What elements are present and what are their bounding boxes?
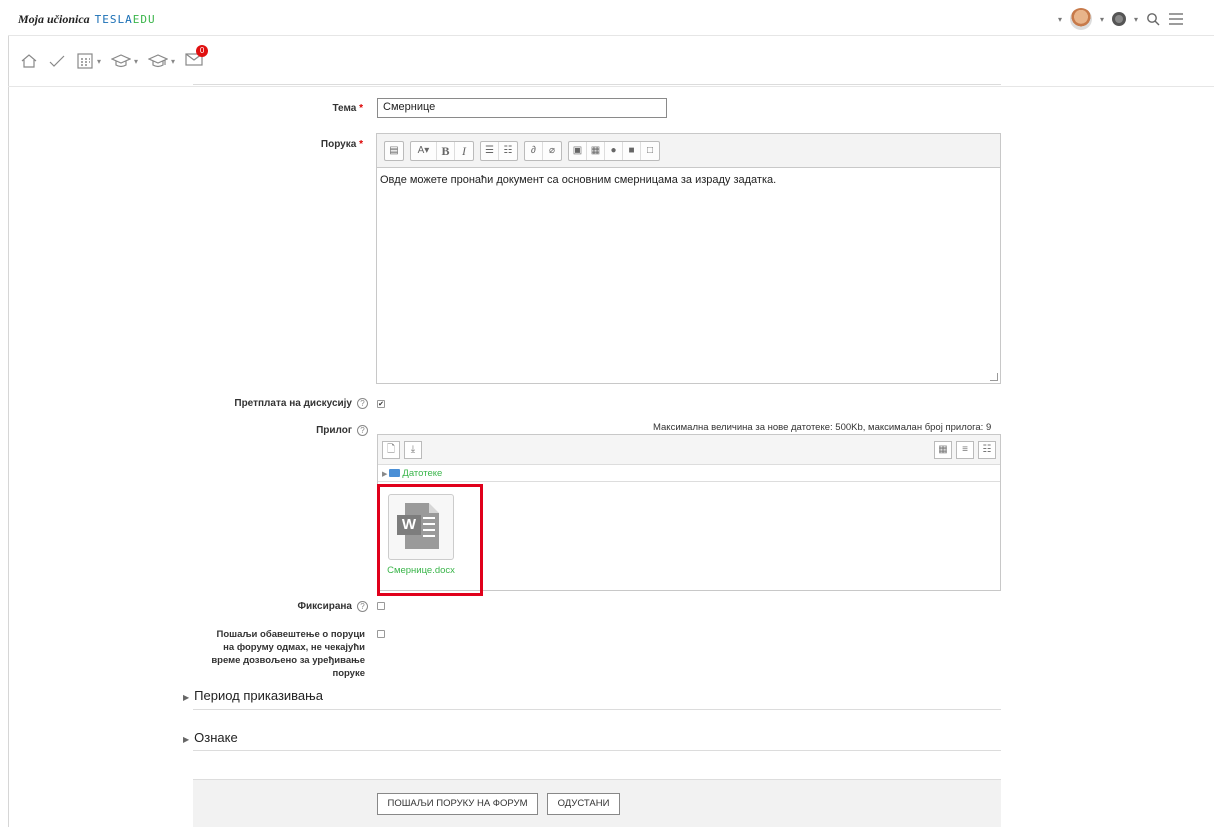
unlink-icon[interactable]: ⌀ <box>543 142 561 160</box>
chevron-down-icon[interactable]: ▾ <box>1134 15 1138 24</box>
grid-view-icon[interactable]: ▦ <box>934 441 952 459</box>
numbered-list-icon[interactable]: ☷ <box>499 142 517 160</box>
download-icon[interactable]: ⤓ <box>404 441 422 459</box>
tree-view-icon[interactable]: ☷ <box>978 441 996 459</box>
message-editor: ▤ A▾ B I ☰ ☷ ∂ ⌀ ▣ ▦ ● ■ □ Овде можете пронаћи д… <box>376 133 1001 384</box>
help-icon[interactable]: ? <box>357 425 368 436</box>
editor-toolbar: ▤ A▾ B I ☰ ☷ ∂ ⌀ ▣ ▦ ● ■ □ <box>377 134 1000 168</box>
toolbar-toggle-icon[interactable]: ▤ <box>385 142 403 160</box>
chevron-down-icon[interactable]: ▾ <box>171 57 175 66</box>
image-icon[interactable]: ▣ <box>569 141 587 160</box>
brand-script: Moja učionica <box>18 12 90 26</box>
microphone-icon[interactable]: ● <box>605 141 623 160</box>
divider <box>193 750 1001 751</box>
help-icon[interactable]: ? <box>357 398 368 409</box>
submit-button[interactable]: ПОШАЉИ ПОРУКУ НА ФОРУМ <box>377 793 538 815</box>
chevron-down-icon[interactable]: ▾ <box>134 57 138 66</box>
video-icon[interactable]: ■ <box>623 141 641 160</box>
bold-icon[interactable]: B <box>437 141 455 160</box>
italic-icon[interactable]: I <box>455 142 473 160</box>
cancel-button[interactable]: ОДУСТАНИ <box>547 793 620 815</box>
check-icon[interactable] <box>48 53 66 69</box>
chevron-down-icon[interactable]: ▾ <box>1100 15 1104 24</box>
media-icon[interactable]: ▦ <box>587 141 605 160</box>
message-text[interactable]: Овде можете пронаћи документ са основним… <box>377 168 1000 192</box>
link-icon[interactable]: ∂ <box>525 141 543 160</box>
form-footer: ПОШАЉИ ПОРУКУ НА ФОРУМ ОДУСТАНИ <box>193 779 1001 827</box>
folder-icon <box>389 469 401 478</box>
search-icon[interactable] <box>1146 12 1160 26</box>
pinned-label: Фиксирана? <box>260 601 368 612</box>
chevron-right-icon: ▶ <box>183 735 190 744</box>
nav-icons: ▾ ▾ ▾ 0 <box>20 45 209 71</box>
chevron-down-icon[interactable]: ▾ <box>1058 15 1062 24</box>
chevron-down-icon[interactable]: ▾ <box>97 57 101 66</box>
top-bar: Moja učionica TESLAEDU ▾ ▾ ▾ <box>8 0 1214 36</box>
folder-link[interactable]: Датотеке <box>402 468 442 479</box>
notify-label: Пошаљи обавештење о поруци на форуму одм… <box>211 629 365 679</box>
divider <box>193 84 1001 85</box>
file-picker-toolbar: 🗋 ⤓ ▦ ≡ ☷ <box>378 435 1000 465</box>
breadcrumb: ▶ Датотеке <box>378 465 1000 482</box>
section-display-period[interactable]: ▶ Период приказивања <box>183 688 323 703</box>
subscription-checkbox[interactable]: ✔ <box>377 400 385 408</box>
globe-icon[interactable] <box>1112 12 1127 26</box>
home-icon[interactable] <box>20 53 38 69</box>
pinned-checkbox[interactable] <box>377 602 385 610</box>
subject-input[interactable]: Смернице <box>377 98 667 118</box>
subscription-label: Претплата на дискусију? <box>200 398 368 409</box>
menu-icon[interactable] <box>1168 12 1184 26</box>
notify-checkbox[interactable] <box>377 630 385 638</box>
section-tags[interactable]: ▶ Ознаке <box>183 730 238 745</box>
attachment-label: Прилог? <box>260 425 368 436</box>
resize-handle[interactable] <box>990 373 998 381</box>
graduation-cap-outline-icon[interactable] <box>148 53 169 69</box>
subject-label: Тема * <box>332 103 363 114</box>
site-logo[interactable]: Moja učionica TESLAEDU <box>18 12 156 27</box>
manage-files-icon[interactable]: □ <box>641 142 659 160</box>
attachment-limits: Максимална величина за нове датотеке: 50… <box>653 422 992 433</box>
bullet-list-icon[interactable]: ☰ <box>481 141 499 160</box>
list-view-icon[interactable]: ≡ <box>956 441 974 459</box>
brand-tesla: TESLAEDU <box>94 13 156 26</box>
nav-bar: ▾ ▾ ▾ 0 <box>8 37 1214 87</box>
avatar[interactable] <box>1070 8 1093 30</box>
divider <box>193 709 1001 710</box>
calendar-icon[interactable] <box>76 52 94 70</box>
add-file-icon[interactable]: 🗋 <box>382 441 400 459</box>
notification-badge: 0 <box>196 45 209 57</box>
graduation-cap-icon[interactable] <box>111 53 132 69</box>
user-tools: ▾ ▾ ▾ <box>1058 8 1184 30</box>
chevron-right-icon: ▶ <box>183 693 190 702</box>
text-style-icon[interactable]: A▾ <box>411 141 437 160</box>
messages-button[interactable]: 0 <box>185 45 209 71</box>
message-label: Порука * <box>320 139 363 150</box>
highlight-box <box>377 484 483 596</box>
help-icon[interactable]: ? <box>357 601 368 612</box>
